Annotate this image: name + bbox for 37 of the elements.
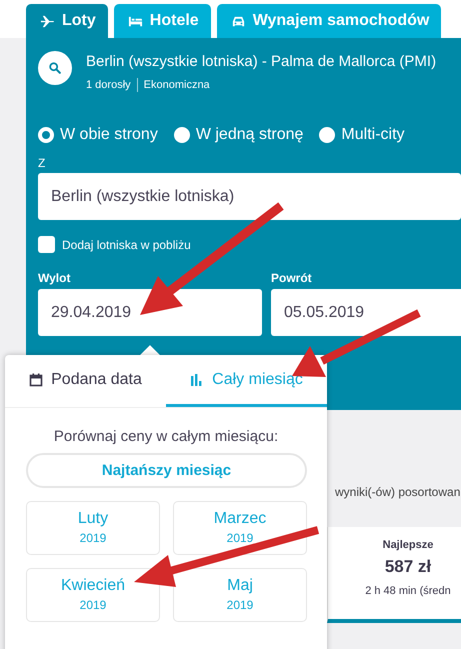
search-tab[interactable]: Loty	[26, 4, 108, 38]
checkbox-label: Dodaj lotniska w pobliżu	[62, 238, 191, 252]
cheapest-month-button[interactable]: Najtańszy miesiąc	[26, 453, 307, 488]
best-option-card[interactable]: Najlepsze 587 zł 2 h 48 min (średn	[327, 527, 461, 623]
field-label: Wylot	[38, 271, 72, 285]
bar-chart-icon	[190, 372, 204, 386]
radio-button[interactable]	[38, 127, 54, 143]
radio-label: W jedną stronę	[196, 126, 304, 144]
search-icon	[48, 61, 62, 75]
search-tab[interactable]: Hotele	[114, 4, 211, 38]
month-button[interactable]: Kwiecień 2019	[26, 568, 160, 622]
radio-button[interactable]	[319, 127, 336, 143]
radio-label: Multi-city	[341, 126, 405, 144]
origin-field[interactable]: Berlin (wszystkie lotniska)	[38, 173, 461, 220]
prompt-text: Porównaj ceny w całym miesiącu:	[52, 428, 280, 445]
radio-button[interactable]	[174, 127, 190, 143]
month-button[interactable]: Marzec 2019	[173, 501, 307, 555]
search-button[interactable]	[38, 51, 72, 85]
field-label: Powrót	[271, 271, 313, 285]
field-label: Z	[38, 156, 46, 170]
best-price: 587 zł	[384, 557, 432, 577]
checkbox[interactable]	[38, 236, 55, 253]
plane-icon	[40, 14, 55, 28]
month-button[interactable]: Luty 2019	[26, 501, 160, 555]
radio-label: W obie strony	[60, 126, 158, 144]
results-summary: wyniki(-ów) posortowan	[334, 485, 461, 499]
date-field[interactable]: 05.05.2019	[271, 289, 461, 336]
best-duration: 2 h 48 min (średn	[364, 585, 452, 597]
best-label: Najlepsze	[382, 539, 434, 551]
calendar-icon	[29, 372, 44, 386]
month-button[interactable]: Maj 2019	[173, 568, 307, 622]
date-field[interactable]: 29.04.2019	[38, 289, 262, 336]
date-mode-tab[interactable]: Podana data	[5, 355, 166, 407]
passenger-count: 1 dorosły	[86, 79, 131, 91]
route-title: Berlin (wszystkie lotniska) - Palma de Mallorca (PMI)	[86, 53, 436, 70]
cabin-class: Ekonomiczna	[144, 79, 210, 91]
search-tab[interactable]: Wynajem samochodów	[216, 4, 442, 38]
